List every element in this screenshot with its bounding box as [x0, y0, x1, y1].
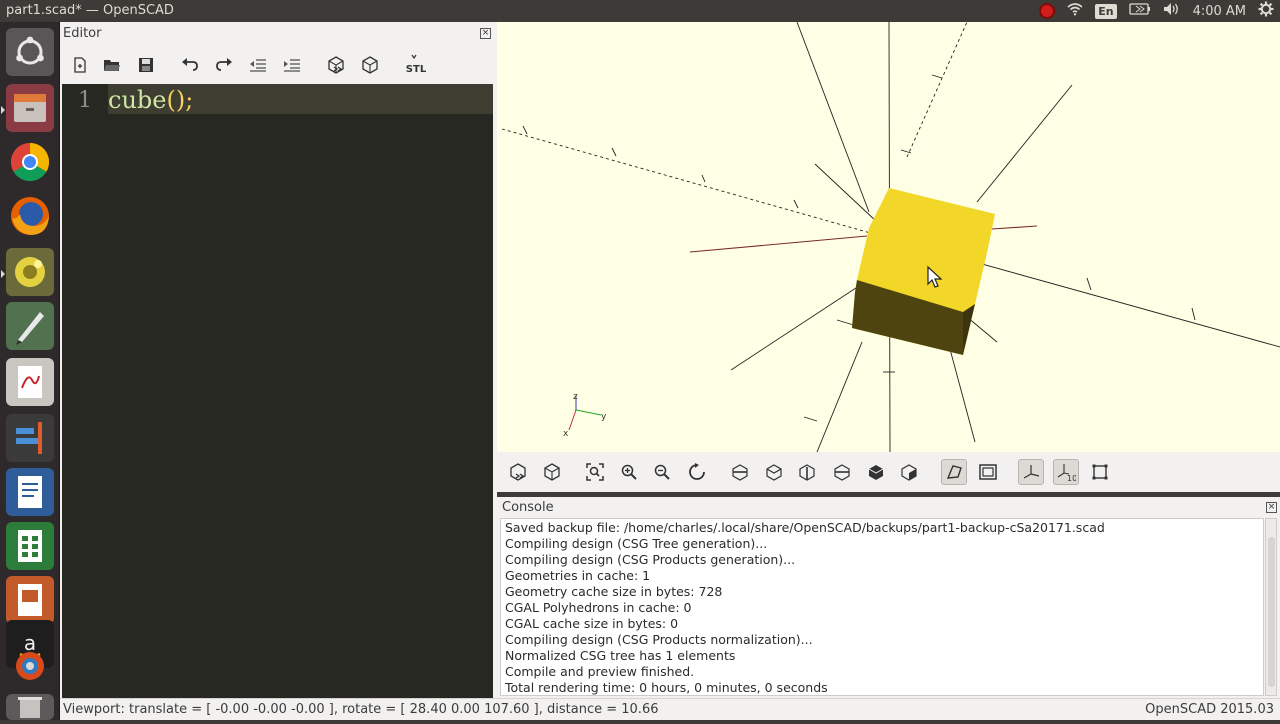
redo-icon[interactable] — [212, 53, 236, 77]
axis-gizmo-icon: z x y — [563, 392, 607, 439]
zoom-out-icon[interactable] — [649, 459, 675, 485]
openscad-icon[interactable] — [6, 248, 54, 296]
writer-icon[interactable] — [6, 468, 54, 516]
line-gutter: 1 — [62, 84, 108, 698]
console-close-icon[interactable]: × — [1266, 502, 1277, 513]
editor-panel: Editor × STL 1 cube(); — [60, 22, 497, 698]
code-editor[interactable]: 1 cube(); — [62, 84, 493, 698]
viewport-status: Viewport: translate = [ -0.00 -0.00 -0.0… — [63, 702, 659, 717]
calc-icon[interactable] — [6, 522, 54, 570]
console-line: Compiling design (CSG Tree generation)..… — [505, 536, 768, 551]
view-top-icon[interactable] — [761, 459, 787, 485]
console-scrollbar[interactable] — [1265, 518, 1277, 696]
settings-gear-icon[interactable] — [1258, 1, 1274, 21]
volume-icon[interactable] — [1163, 2, 1181, 20]
preview-icon[interactable] — [505, 459, 531, 485]
keyboard-layout-indicator[interactable]: En — [1095, 3, 1117, 19]
system-top-bar: part1.scad* — OpenSCAD En 4:00 AM — [0, 0, 1280, 22]
code-function: cube — [108, 86, 167, 114]
window-title: part1.scad* — OpenSCAD — [6, 3, 174, 18]
undo-icon[interactable] — [178, 53, 202, 77]
app-store-icon[interactable] — [6, 648, 54, 696]
console-line: Geometries in cache: 1 — [505, 568, 651, 583]
system-tray: En 4:00 AM — [1039, 0, 1274, 22]
console-line: Compiling design (CSG Products generatio… — [505, 552, 796, 567]
firefox-icon[interactable] — [6, 192, 54, 240]
console-line: Normalized CSG tree has 1 elements — [505, 648, 736, 663]
battery-icon[interactable] — [1128, 3, 1151, 19]
view-left-icon[interactable] — [829, 459, 855, 485]
editor-title: Editor — [63, 26, 102, 41]
view-bottom-icon[interactable] — [794, 459, 820, 485]
console-output[interactable]: Saved backup file: /home/charles/.local/… — [500, 518, 1264, 696]
launcher-bar: a — [0, 22, 60, 720]
render-icon[interactable] — [539, 459, 565, 485]
cube-model[interactable] — [852, 188, 995, 355]
export-stl-icon[interactable]: STL — [402, 53, 430, 77]
version-label: OpenSCAD 2015.03 — [1145, 702, 1274, 717]
inkscape-icon[interactable] — [6, 302, 54, 350]
open-file-icon[interactable] — [100, 53, 124, 77]
console-title: Console — [502, 500, 554, 515]
view-right-icon[interactable] — [727, 459, 753, 485]
wifi-icon[interactable] — [1067, 2, 1083, 20]
indent-icon[interactable] — [280, 53, 304, 77]
app-icon[interactable] — [6, 414, 54, 462]
console-line: Compile and preview finished. — [505, 664, 695, 679]
document-viewer-icon[interactable] — [6, 358, 54, 406]
code-punctuation: (); — [166, 86, 194, 114]
show-scale-markers-icon[interactable]: 10 — [1053, 459, 1079, 485]
scale-marker-label: 10 — [1067, 474, 1076, 482]
new-file-icon[interactable] — [68, 53, 92, 77]
axis-label-y: y — [601, 412, 607, 422]
view-front-icon[interactable] — [863, 459, 889, 485]
console-line: CGAL Polyhedrons in cache: 0 — [505, 600, 692, 615]
view-toolbar: 10 — [497, 452, 1280, 492]
console-line: Saved backup file: /home/charles/.local/… — [505, 520, 1105, 535]
impress-icon[interactable] — [6, 576, 54, 624]
console-panel: Console × Saved backup file: /home/charl… — [497, 497, 1280, 698]
render-icon[interactable] — [358, 53, 382, 77]
axis-label-x: x — [563, 429, 569, 439]
viewport-scene: z x y — [501, 22, 1280, 452]
code-line[interactable]: cube(); — [108, 86, 193, 114]
console-line: Total rendering time: 0 hours, 0 minutes… — [505, 680, 828, 695]
3d-viewport[interactable]: z x y — [497, 22, 1280, 452]
orthogonal-icon[interactable] — [975, 459, 1001, 485]
console-line: Compiling design (CSG Products normaliza… — [505, 632, 813, 647]
ubuntu-dash-icon[interactable] — [6, 28, 54, 76]
perspective-icon[interactable] — [941, 459, 967, 485]
clock[interactable]: 4:00 AM — [1193, 4, 1246, 19]
show-edges-icon[interactable] — [1087, 459, 1113, 485]
editor-close-icon[interactable]: × — [480, 28, 491, 39]
console-line: CGAL cache size in bytes: 0 — [505, 616, 679, 631]
status-bar: Viewport: translate = [ -0.00 -0.00 -0.0… — [60, 698, 1280, 720]
reset-view-icon[interactable] — [684, 459, 710, 485]
preview-icon[interactable] — [324, 53, 348, 77]
axis-label-z: z — [573, 392, 578, 402]
console-scrollbar-thumb[interactable] — [1268, 537, 1275, 687]
view-all-icon[interactable] — [582, 459, 608, 485]
chrome-icon[interactable] — [6, 138, 54, 186]
record-indicator-icon[interactable] — [1039, 3, 1056, 19]
zoom-in-icon[interactable] — [616, 459, 642, 485]
unindent-icon[interactable] — [246, 53, 270, 77]
save-icon[interactable] — [134, 53, 158, 77]
trash-icon[interactable] — [6, 694, 54, 720]
line-number: 1 — [78, 88, 92, 113]
show-axes-icon[interactable] — [1018, 459, 1044, 485]
stl-label: STL — [406, 64, 427, 75]
console-line: Geometry cache size in bytes: 728 — [505, 584, 723, 599]
files-icon[interactable] — [6, 84, 54, 132]
editor-toolbar: STL — [60, 50, 497, 84]
view-back-icon[interactable] — [896, 459, 922, 485]
